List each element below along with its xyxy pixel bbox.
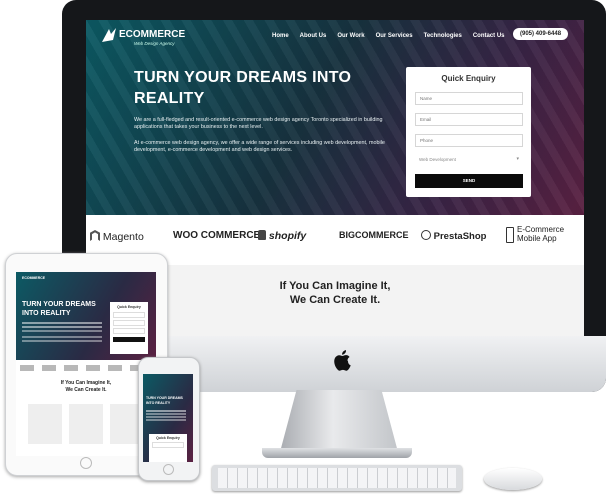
tablet-hero-title: TURN YOUR DREAMS INTO REALITY xyxy=(22,300,96,318)
ecommerce-label: E-Commerce xyxy=(517,225,565,234)
nav-our-services[interactable]: Our Services xyxy=(376,33,413,39)
tablet-logo: ECOMMERCE xyxy=(22,276,46,280)
keyboard-keys xyxy=(218,468,456,488)
hero-paragraph-1: We are a full-fledged and result-oriente… xyxy=(134,117,383,130)
phone-button[interactable]: (905) 409-6448 xyxy=(513,28,569,40)
hero-title-line-2: REALITY xyxy=(134,90,205,107)
logo-subtext: Web Design Agency xyxy=(134,41,175,46)
tablet-tagline-1: If You Can Imagine It, xyxy=(60,380,112,386)
mouse xyxy=(484,468,542,490)
prestashop-logo: PrestaShop xyxy=(421,230,486,242)
tablet-field-3[interactable] xyxy=(113,328,145,334)
smartphone-icon xyxy=(506,227,514,243)
service-select[interactable]: Web Development ▾ xyxy=(415,153,523,166)
nav-home[interactable]: Home xyxy=(272,33,289,39)
form-title: Quick Enquiry xyxy=(441,74,496,83)
tablet-enquiry-form: Quick Enquiry xyxy=(110,302,148,354)
tablet-hero-title-1: TURN YOUR DREAMS xyxy=(22,301,96,308)
phone-hero-text-lines xyxy=(146,410,186,412)
tablet-field-1[interactable] xyxy=(113,312,145,318)
tablet-tagline: If You Can Imagine It, We Can Create It. xyxy=(16,380,156,394)
logo-swoosh-icon xyxy=(102,28,116,42)
quick-enquiry-form: Quick Enquiry Web Development ▾ SEND xyxy=(406,67,531,197)
email-input[interactable] xyxy=(415,113,523,126)
nav-contact[interactable]: Contact Us xyxy=(473,33,505,39)
prestashop-icon xyxy=(421,230,431,240)
tablet-form-title: Quick Enquiry xyxy=(117,305,141,309)
tablet-service-cards xyxy=(28,404,144,444)
logo-text: ECOMMERCE xyxy=(119,29,186,40)
prestashop-label: PrestaShop xyxy=(433,231,487,242)
tablet-send-button[interactable] xyxy=(113,337,145,342)
apple-logo-icon xyxy=(334,350,351,371)
hero-title-line-1: TURN YOUR DREAMS INTO xyxy=(134,69,352,86)
tablet-hero-title-2: INTO REALITY xyxy=(22,310,71,317)
magento-logo: Magento xyxy=(90,230,144,243)
phone-enquiry-form: Quick Enquiry xyxy=(149,434,187,462)
bigcommerce-logo: BIGCOMMERCE xyxy=(339,230,409,240)
hero-title: TURN YOUR DREAMS INTO REALITY xyxy=(134,67,394,109)
nav-technologies[interactable]: Technologies xyxy=(424,33,462,39)
shopify-label: shopify xyxy=(268,230,307,242)
nav-our-work[interactable]: Our Work xyxy=(337,33,364,39)
phone-form-title: Quick Enquiry xyxy=(156,436,180,440)
service-select-value: Web Development xyxy=(419,157,456,162)
magento-icon xyxy=(90,230,100,241)
phone-input[interactable] xyxy=(415,134,523,147)
tablet-hero-text-lines xyxy=(22,322,102,324)
main-nav: Home About Us Our Work Our Services Tech… xyxy=(272,33,505,39)
phone-field-1[interactable] xyxy=(152,442,184,448)
hero-paragraph-2: At e-commerce web design agency, we offe… xyxy=(134,140,385,153)
phone-home-button xyxy=(163,464,174,475)
send-button[interactable]: SEND xyxy=(415,174,523,188)
name-input[interactable] xyxy=(415,92,523,105)
woocommerce-logo: WOO COMMERCE xyxy=(173,230,261,241)
magento-label: Magento xyxy=(102,231,144,243)
imac-stand-base xyxy=(262,448,412,458)
phone-hero-title: TURN YOUR DREAMS INTO REALITY xyxy=(146,396,183,405)
mobile-app-label: Mobile App xyxy=(517,234,557,243)
shopify-logo: shopify xyxy=(258,230,306,242)
tablet-logo-strip xyxy=(20,365,152,371)
tablet-tagline-2: We Can Create It. xyxy=(65,387,107,393)
phone-screen: TURN YOUR DREAMS INTO REALITY Quick Enqu… xyxy=(143,374,193,462)
imac-stand xyxy=(280,390,398,452)
tablet-home-button xyxy=(80,457,92,469)
nav-about[interactable]: About Us xyxy=(300,33,327,39)
chevron-down-icon: ▾ xyxy=(516,156,519,162)
tablet-screen: ECOMMERCE TURN YOUR DREAMS INTO REALITY … xyxy=(16,272,156,456)
tablet-field-2[interactable] xyxy=(113,320,145,326)
shopify-bag-icon xyxy=(258,230,266,240)
